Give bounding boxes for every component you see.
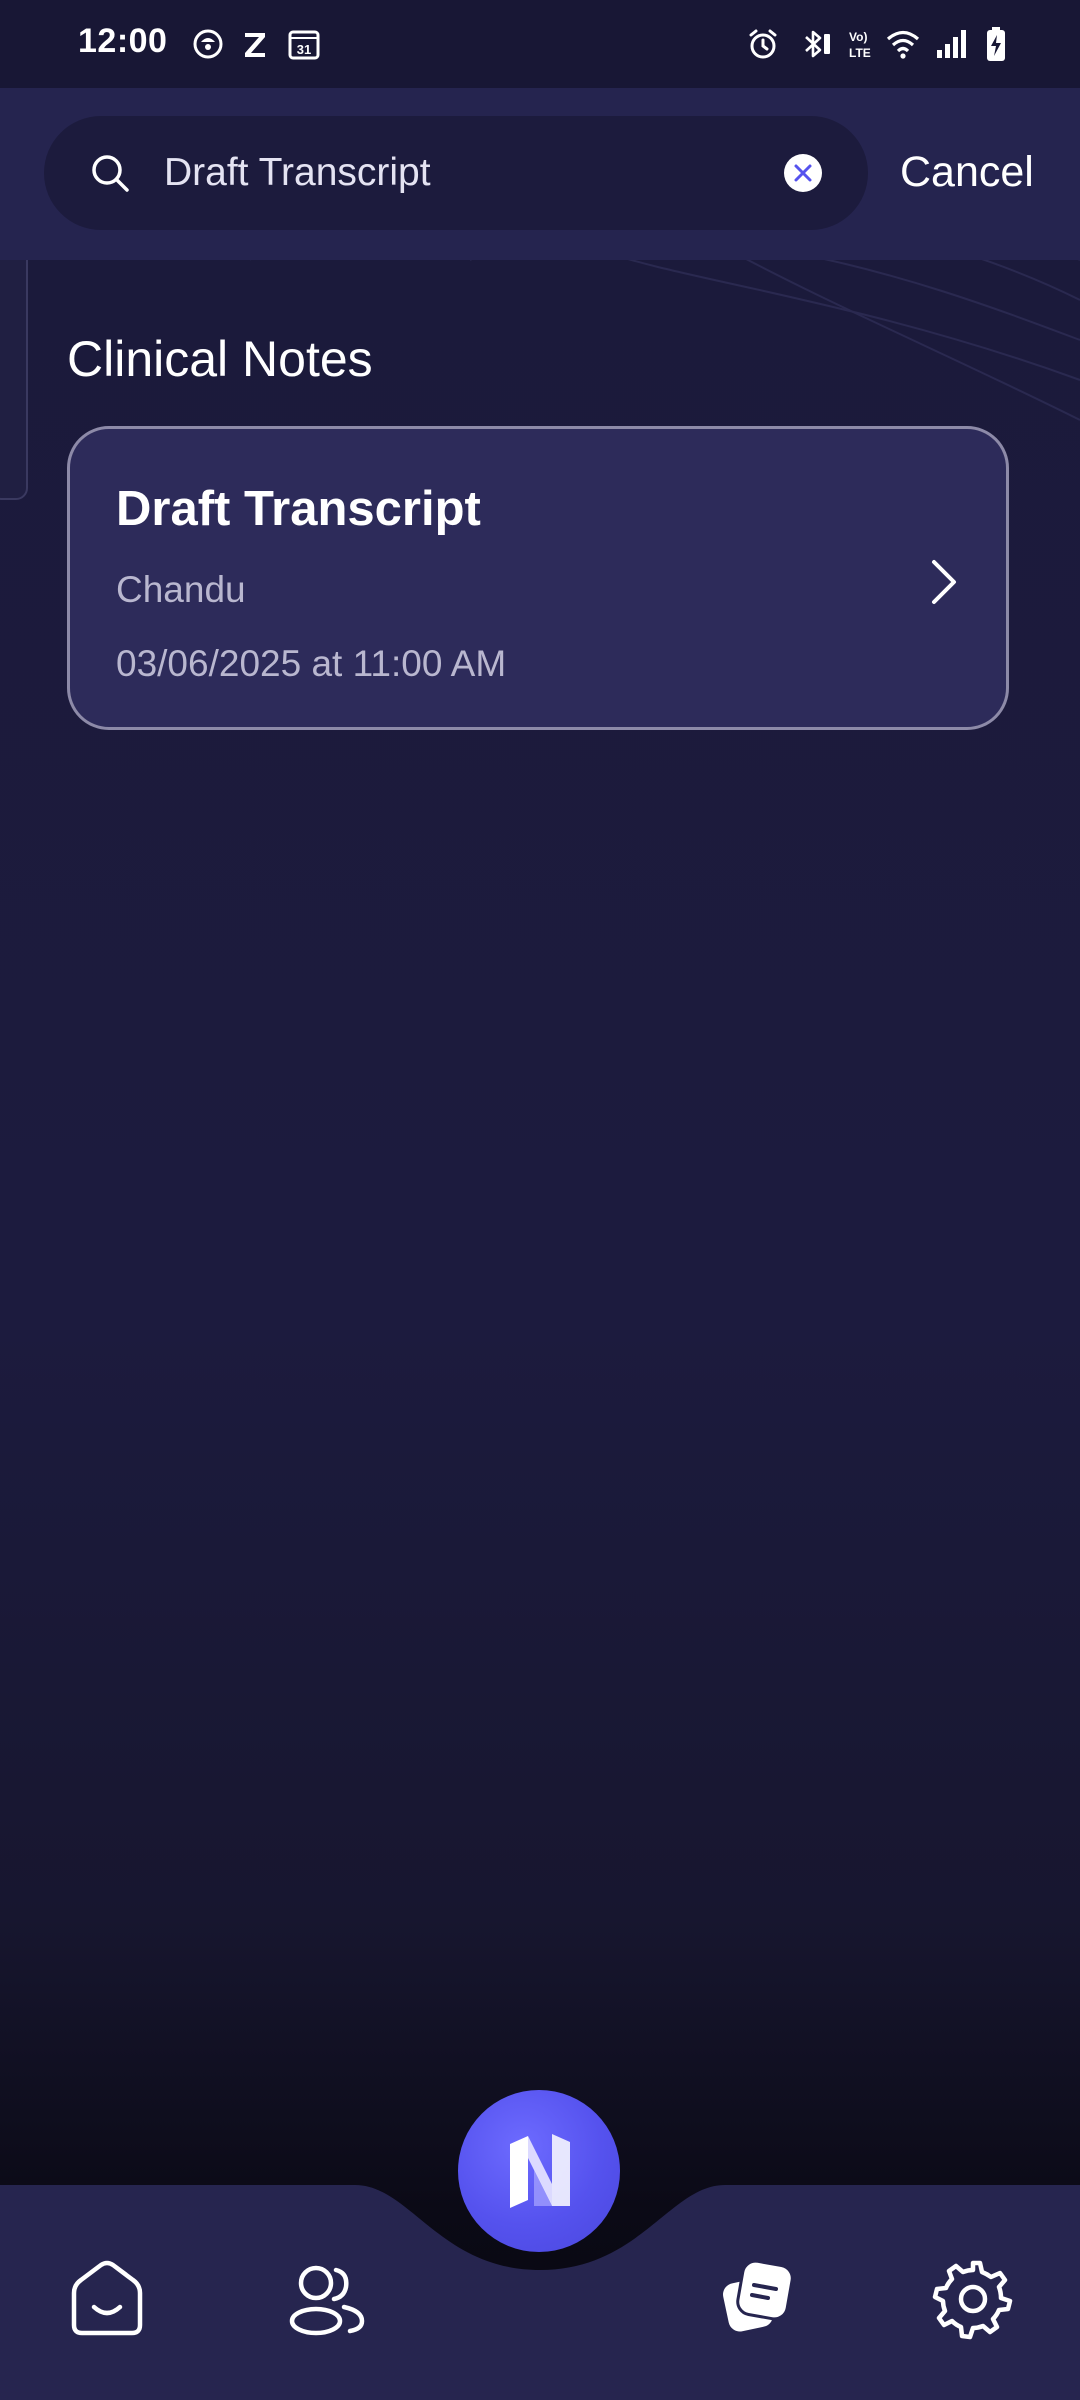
note-datetime: 03/06/2025 at 11:00 AM: [116, 643, 507, 684]
bluetooth-icon: [796, 24, 836, 64]
cancel-button[interactable]: Cancel: [900, 148, 1034, 197]
search-icon: [88, 151, 132, 200]
center-record-button[interactable]: [458, 2090, 620, 2252]
z-app-icon: [238, 24, 272, 64]
search-bar[interactable]: [44, 116, 868, 230]
notes-icon: [720, 2259, 794, 2335]
alarm-icon: [744, 24, 782, 64]
note-title: Draft Transcript: [116, 482, 481, 536]
calendar-icon: 31: [284, 24, 324, 64]
nav-notes[interactable]: [712, 2253, 802, 2343]
status-bar: 12:00 31 Vo) LTE: [0, 0, 1080, 88]
chat-app-icon: [188, 24, 228, 64]
chevron-right-icon: [926, 557, 960, 612]
nav-home[interactable]: [62, 2253, 152, 2343]
signal-icon: [934, 24, 970, 64]
svg-text:LTE: LTE: [849, 46, 871, 60]
nav-patients[interactable]: [280, 2253, 370, 2343]
home-icon: [71, 2260, 143, 2336]
nav-settings[interactable]: [928, 2253, 1018, 2343]
wifi-icon: [884, 24, 922, 64]
clear-search-button[interactable]: [784, 154, 822, 192]
close-icon: [794, 164, 812, 182]
battery-charging-icon: [982, 24, 1010, 64]
n-logo-icon: [510, 2134, 570, 2208]
search-header: Cancel: [0, 88, 1080, 260]
note-patient-name: Chandu: [116, 569, 246, 610]
search-input[interactable]: [164, 116, 804, 230]
patients-icon: [289, 2265, 365, 2336]
svg-text:Vo): Vo): [849, 30, 867, 44]
volte-icon: Vo) LTE: [846, 24, 882, 64]
section-title: Clinical Notes: [67, 331, 373, 387]
note-card[interactable]: Draft Transcript Chandu 03/06/2025 at 11…: [67, 426, 1009, 730]
settings-icon: [932, 2260, 1013, 2340]
calendar-day: 31: [297, 42, 311, 57]
status-time: 12:00: [78, 22, 168, 60]
